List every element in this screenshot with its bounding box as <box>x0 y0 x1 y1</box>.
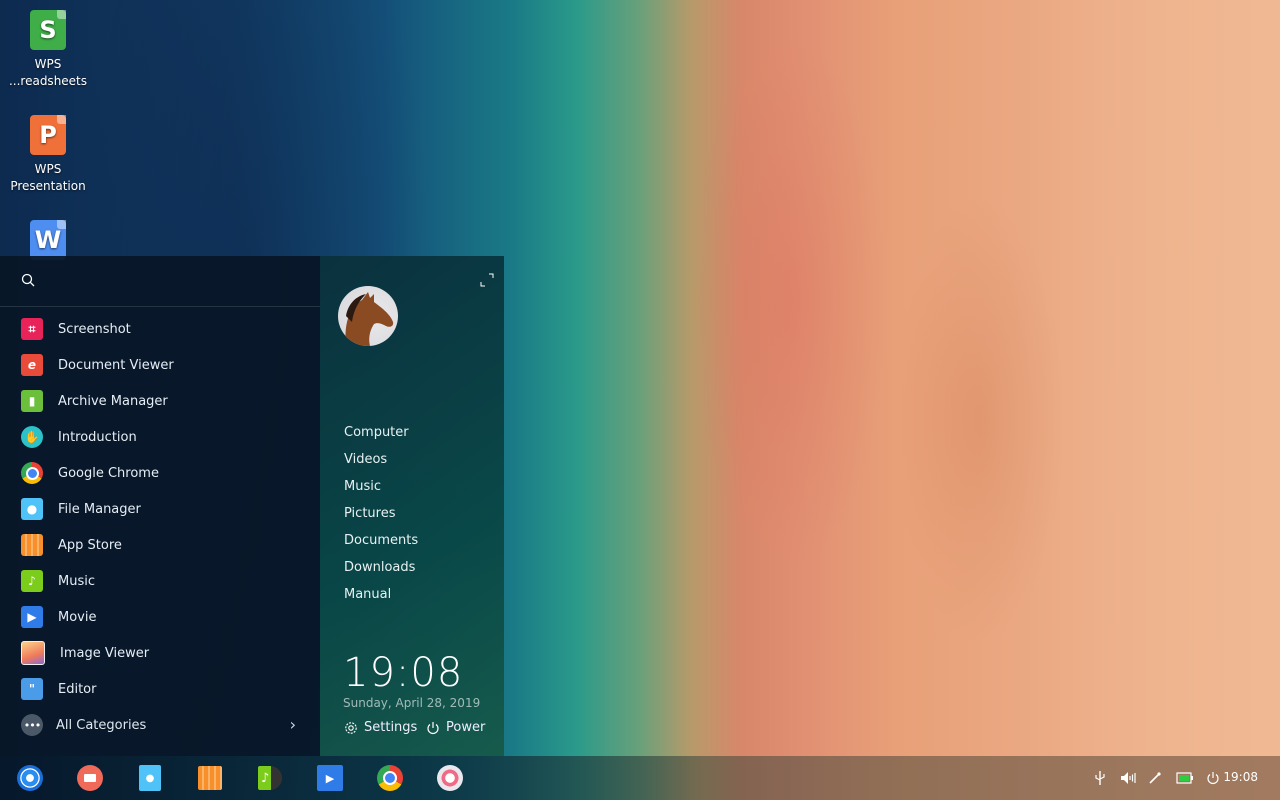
place-computer[interactable]: Computer <box>344 419 418 446</box>
app-item-app-store[interactable]: App Store <box>0 527 320 563</box>
power-button[interactable]: Power <box>426 720 485 735</box>
shutdown-icon[interactable] <box>1206 771 1220 785</box>
taskbar-clock[interactable]: 19:08 <box>1223 770 1258 784</box>
multitasking-icon <box>77 765 103 791</box>
wps-spreadsheets-icon: S <box>30 10 66 50</box>
desktop-icon-label: ...readsheets <box>8 74 88 88</box>
movie-icon: ▶ <box>317 765 343 791</box>
app-item-screenshot[interactable]: ⌗ Screenshot <box>0 311 320 347</box>
gear-icon <box>437 765 463 791</box>
place-music[interactable]: Music <box>344 473 418 500</box>
launcher-date: Sunday, April 28, 2019 <box>343 696 481 710</box>
dock-multitasking-view[interactable] <box>76 764 104 792</box>
app-label: Image Viewer <box>60 645 150 661</box>
launcher-app-pane: ⌗ Screenshot e Document Viewer ▮ Archive… <box>0 256 320 756</box>
app-label: Movie <box>58 609 97 625</box>
dock-google-chrome[interactable] <box>376 764 404 792</box>
search-icon <box>21 273 35 287</box>
all-categories-button[interactable]: ••• All Categories › <box>0 711 320 739</box>
taskbar: ● ♪ ▶ 19:08 <box>0 756 1280 800</box>
place-downloads[interactable]: Downloads <box>344 554 418 581</box>
desktop-icon-label: WPS <box>34 57 62 71</box>
app-label: Screenshot <box>58 321 131 337</box>
app-item-file-manager[interactable]: ● File Manager <box>0 491 320 527</box>
app-item-movie[interactable]: ▶ Movie <box>0 599 320 635</box>
app-list: ⌗ Screenshot e Document Viewer ▮ Archive… <box>0 311 320 707</box>
desktop-icon-wps-presentation[interactable]: P WPS Presentation <box>0 105 96 195</box>
introduction-icon: ✋ <box>21 426 43 448</box>
app-label: Introduction <box>58 429 137 445</box>
dock-file-manager[interactable]: ● <box>136 764 164 792</box>
settings-button[interactable]: Settings <box>344 720 417 735</box>
system-tray <box>1094 756 1220 800</box>
dock-music[interactable]: ♪ <box>256 764 284 792</box>
movie-icon: ▶ <box>21 606 43 628</box>
editor-icon: " <box>21 678 43 700</box>
app-item-music[interactable]: ♪ Music <box>0 563 320 599</box>
desktop-icon-wps-spreadsheets[interactable]: S WPS ...readsheets <box>0 0 96 90</box>
deepin-launcher-icon <box>17 765 43 791</box>
app-store-icon <box>21 534 43 556</box>
places-list: Computer Videos Music Pictures Documents… <box>344 419 418 608</box>
desktop-icon-label: WPS <box>34 162 62 176</box>
app-item-archive-manager[interactable]: ▮ Archive Manager <box>0 383 320 419</box>
music-icon: ♪ <box>258 766 282 790</box>
dock-launcher[interactable] <box>16 764 44 792</box>
place-videos[interactable]: Videos <box>344 446 418 473</box>
dock-control-center[interactable] <box>436 764 464 792</box>
app-label: Music <box>58 573 95 589</box>
app-label: Google Chrome <box>58 465 159 481</box>
network-wired-icon[interactable] <box>1148 771 1162 785</box>
app-label: App Store <box>58 537 122 553</box>
file-manager-icon: ● <box>139 765 161 791</box>
wps-writer-icon: W <box>30 220 66 260</box>
dock-app-store[interactable] <box>196 764 224 792</box>
archive-manager-icon: ▮ <box>21 390 43 412</box>
gear-icon <box>345 721 357 734</box>
battery-icon[interactable] <box>1176 772 1194 784</box>
app-item-document-viewer[interactable]: e Document Viewer <box>0 347 320 383</box>
app-item-google-chrome[interactable]: Google Chrome <box>0 455 320 491</box>
app-label: Editor <box>58 681 97 697</box>
fullscreen-expand-icon[interactable] <box>480 273 494 287</box>
usb-icon[interactable] <box>1094 770 1106 786</box>
chrome-icon <box>377 765 403 791</box>
launcher-clock: 19:08 <box>343 650 464 696</box>
app-item-editor[interactable]: " Editor <box>0 671 320 707</box>
document-viewer-icon: e <box>21 354 43 376</box>
app-store-icon <box>198 766 222 790</box>
launcher-menu: ⌗ Screenshot e Document Viewer ▮ Archive… <box>0 256 504 756</box>
user-avatar[interactable] <box>338 286 398 346</box>
place-documents[interactable]: Documents <box>344 527 418 554</box>
screenshot-icon: ⌗ <box>21 318 43 340</box>
place-pictures[interactable]: Pictures <box>344 500 418 527</box>
power-icon <box>427 721 439 734</box>
chevron-right-icon: › <box>289 715 296 734</box>
search-input[interactable] <box>0 256 320 307</box>
app-label: File Manager <box>58 501 141 517</box>
horse-avatar-icon <box>345 292 394 346</box>
place-manual[interactable]: Manual <box>344 581 418 608</box>
chrome-icon <box>21 462 43 484</box>
power-label: Power <box>446 720 486 735</box>
more-icon: ••• <box>21 714 43 736</box>
app-item-image-viewer[interactable]: Image Viewer <box>0 635 320 671</box>
dock-movie[interactable]: ▶ <box>316 764 344 792</box>
settings-label: Settings <box>364 720 418 735</box>
file-manager-icon: ● <box>21 498 43 520</box>
all-categories-label: All Categories <box>56 717 147 733</box>
app-item-introduction[interactable]: ✋ Introduction <box>0 419 320 455</box>
app-label: Document Viewer <box>58 357 174 373</box>
launcher-side-pane: Computer Videos Music Pictures Documents… <box>320 256 504 756</box>
desktop-icon-label: Presentation <box>10 179 86 193</box>
volume-icon[interactable] <box>1120 771 1136 785</box>
app-label: Archive Manager <box>58 393 168 409</box>
image-viewer-icon <box>21 641 45 665</box>
wps-presentation-icon: P <box>30 115 66 155</box>
music-icon: ♪ <box>21 570 43 592</box>
